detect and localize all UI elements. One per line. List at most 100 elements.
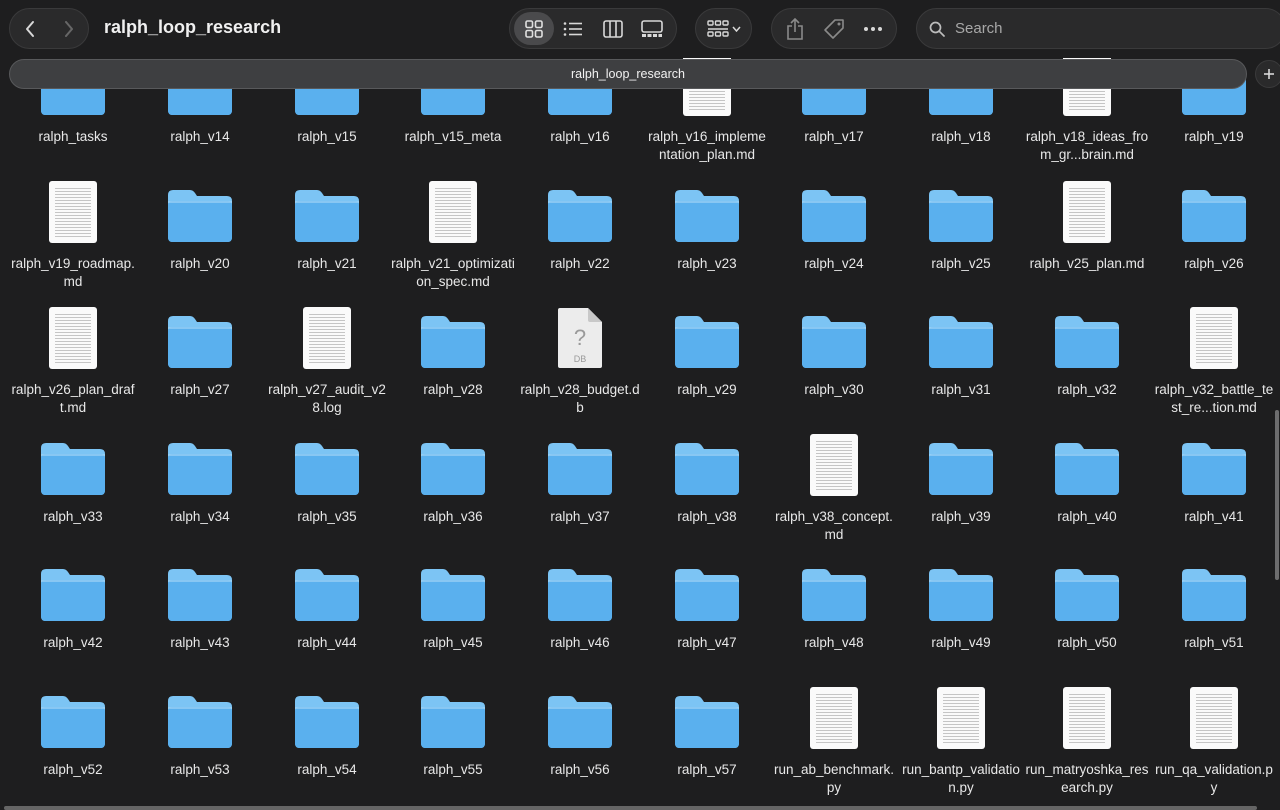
column-view-button[interactable]	[593, 12, 633, 45]
folder-item[interactable]: ralph_v53	[137, 683, 263, 779]
folder-item[interactable]: ralph_v36	[390, 430, 516, 526]
file-item[interactable]: ralph_v32_battle_test_re...tion.md	[1151, 303, 1277, 417]
item-name: ralph_tasks	[38, 129, 108, 144]
folder-item[interactable]: ralph_v52	[10, 683, 136, 779]
folder-item[interactable]: ralph_v20	[137, 177, 263, 273]
folder-icon	[421, 316, 485, 368]
list-view-button[interactable]	[554, 12, 594, 45]
folder-item[interactable]: ralph_v37	[517, 430, 643, 526]
document-icon	[937, 687, 985, 749]
item-name: ralph_v24	[804, 256, 864, 271]
search-field[interactable]	[916, 8, 1280, 49]
folder-item[interactable]: ralph_v46	[517, 556, 643, 652]
folder-item[interactable]: ralph_v45	[390, 556, 516, 652]
file-item[interactable]: run_ab_benchmark.py	[771, 683, 897, 797]
item-icon-container	[10, 556, 136, 622]
document-icon	[1190, 687, 1238, 749]
item-name: run_ab_benchmark.py	[773, 762, 895, 795]
item-name: ralph_v45	[423, 635, 483, 650]
icon-view-button[interactable]	[514, 12, 554, 45]
item-icon-container	[644, 430, 770, 496]
share-button[interactable]	[778, 12, 812, 45]
folder-icon	[295, 696, 359, 748]
tag-button[interactable]	[817, 12, 851, 45]
file-item[interactable]: ralph_v25_plan.md	[1024, 177, 1150, 273]
item-name: ralph_v36	[423, 509, 483, 524]
item-name: ralph_v43	[170, 635, 230, 650]
folder-item[interactable]: ralph_v35	[264, 430, 390, 526]
file-item[interactable]: ? DB ralph_v28_budget.db	[517, 303, 643, 417]
tab-bar[interactable]: ralph_loop_research	[9, 59, 1247, 89]
forward-button[interactable]	[49, 9, 88, 48]
file-item[interactable]: ralph_v21_optimization_spec.md	[390, 177, 516, 291]
folder-item[interactable]: ralph_v30	[771, 303, 897, 399]
item-icon-container	[10, 303, 136, 369]
gallery-view-button[interactable]	[633, 12, 673, 45]
more-button[interactable]	[856, 12, 890, 45]
folder-icon	[929, 569, 993, 621]
folder-item[interactable]: ralph_v50	[1024, 556, 1150, 652]
item-name: ralph_v35	[297, 509, 357, 524]
file-item[interactable]: ralph_v19_roadmap.md	[10, 177, 136, 291]
folder-item[interactable]: ralph_v22	[517, 177, 643, 273]
item-icon-container	[137, 303, 263, 369]
file-item[interactable]: run_qa_validation.py	[1151, 683, 1277, 797]
folder-item[interactable]: ralph_v44	[264, 556, 390, 652]
folder-item[interactable]: ralph_v42	[10, 556, 136, 652]
file-item[interactable]: ralph_v27_audit_v28.log	[264, 303, 390, 417]
folder-item[interactable]: ralph_v55	[390, 683, 516, 779]
new-tab-button[interactable]	[1255, 60, 1280, 88]
folder-item[interactable]: ralph_v48	[771, 556, 897, 652]
folder-item[interactable]: ralph_v38	[644, 430, 770, 526]
folder-icon	[168, 443, 232, 495]
item-name: ralph_v21_optimization_spec.md	[391, 256, 515, 289]
folder-item[interactable]: ralph_v43	[137, 556, 263, 652]
item-name: ralph_v22	[550, 256, 610, 271]
folder-item[interactable]: ralph_v56	[517, 683, 643, 779]
folder-item[interactable]: ralph_v41	[1151, 430, 1277, 526]
folder-item[interactable]: ralph_v51	[1151, 556, 1277, 652]
horizontal-scrollbar[interactable]	[4, 806, 1257, 810]
file-grid: ralph_tasks ralph_v14 ralph_v15 ralph_v15_m…	[0, 58, 1280, 810]
file-item[interactable]: ralph_v38_concept.md	[771, 430, 897, 544]
folder-item[interactable]: ralph_v34	[137, 430, 263, 526]
item-name: ralph_v30	[804, 382, 864, 397]
search-input[interactable]	[955, 20, 1255, 37]
folder-item[interactable]: ralph_v47	[644, 556, 770, 652]
file-item[interactable]: ralph_v26_plan_draft.md	[10, 303, 136, 417]
folder-item[interactable]: ralph_v21	[264, 177, 390, 273]
item-icon-container	[264, 556, 390, 622]
folder-item[interactable]: ralph_v33	[10, 430, 136, 526]
item-icon-container	[517, 177, 643, 243]
folder-item[interactable]: ralph_v40	[1024, 430, 1150, 526]
group-by-button[interactable]	[695, 8, 752, 49]
item-icon-container	[390, 303, 516, 369]
folder-item[interactable]: ralph_v29	[644, 303, 770, 399]
folder-item[interactable]: ralph_v28	[390, 303, 516, 399]
back-button[interactable]	[10, 9, 49, 48]
folder-item[interactable]: ralph_v32	[1024, 303, 1150, 399]
folder-item[interactable]: ralph_v39	[898, 430, 1024, 526]
item-icon-container	[1151, 683, 1277, 749]
item-name: ralph_v51	[1184, 635, 1244, 650]
folder-item[interactable]: ralph_v31	[898, 303, 1024, 399]
item-icon-container	[517, 430, 643, 496]
folder-item[interactable]: ralph_v23	[644, 177, 770, 273]
file-item[interactable]: run_matryoshka_research.py	[1024, 683, 1150, 797]
folder-item[interactable]: ralph_v26	[1151, 177, 1277, 273]
folder-item[interactable]: ralph_v57	[644, 683, 770, 779]
view-mode-group	[509, 8, 677, 49]
folder-icon	[168, 316, 232, 368]
folder-icon	[1055, 443, 1119, 495]
folder-item[interactable]: ralph_v27	[137, 303, 263, 399]
vertical-scrollbar[interactable]	[1275, 410, 1279, 580]
folder-item[interactable]: ralph_v49	[898, 556, 1024, 652]
folder-icon	[548, 190, 612, 242]
columns-icon	[602, 19, 623, 38]
folder-item[interactable]: ralph_v25	[898, 177, 1024, 273]
item-name: ralph_v15_meta	[404, 129, 502, 144]
file-item[interactable]: run_bantp_validation.py	[898, 683, 1024, 797]
folder-item[interactable]: ralph_v24	[771, 177, 897, 273]
database-file-icon: ? DB	[556, 307, 604, 369]
folder-item[interactable]: ralph_v54	[264, 683, 390, 779]
